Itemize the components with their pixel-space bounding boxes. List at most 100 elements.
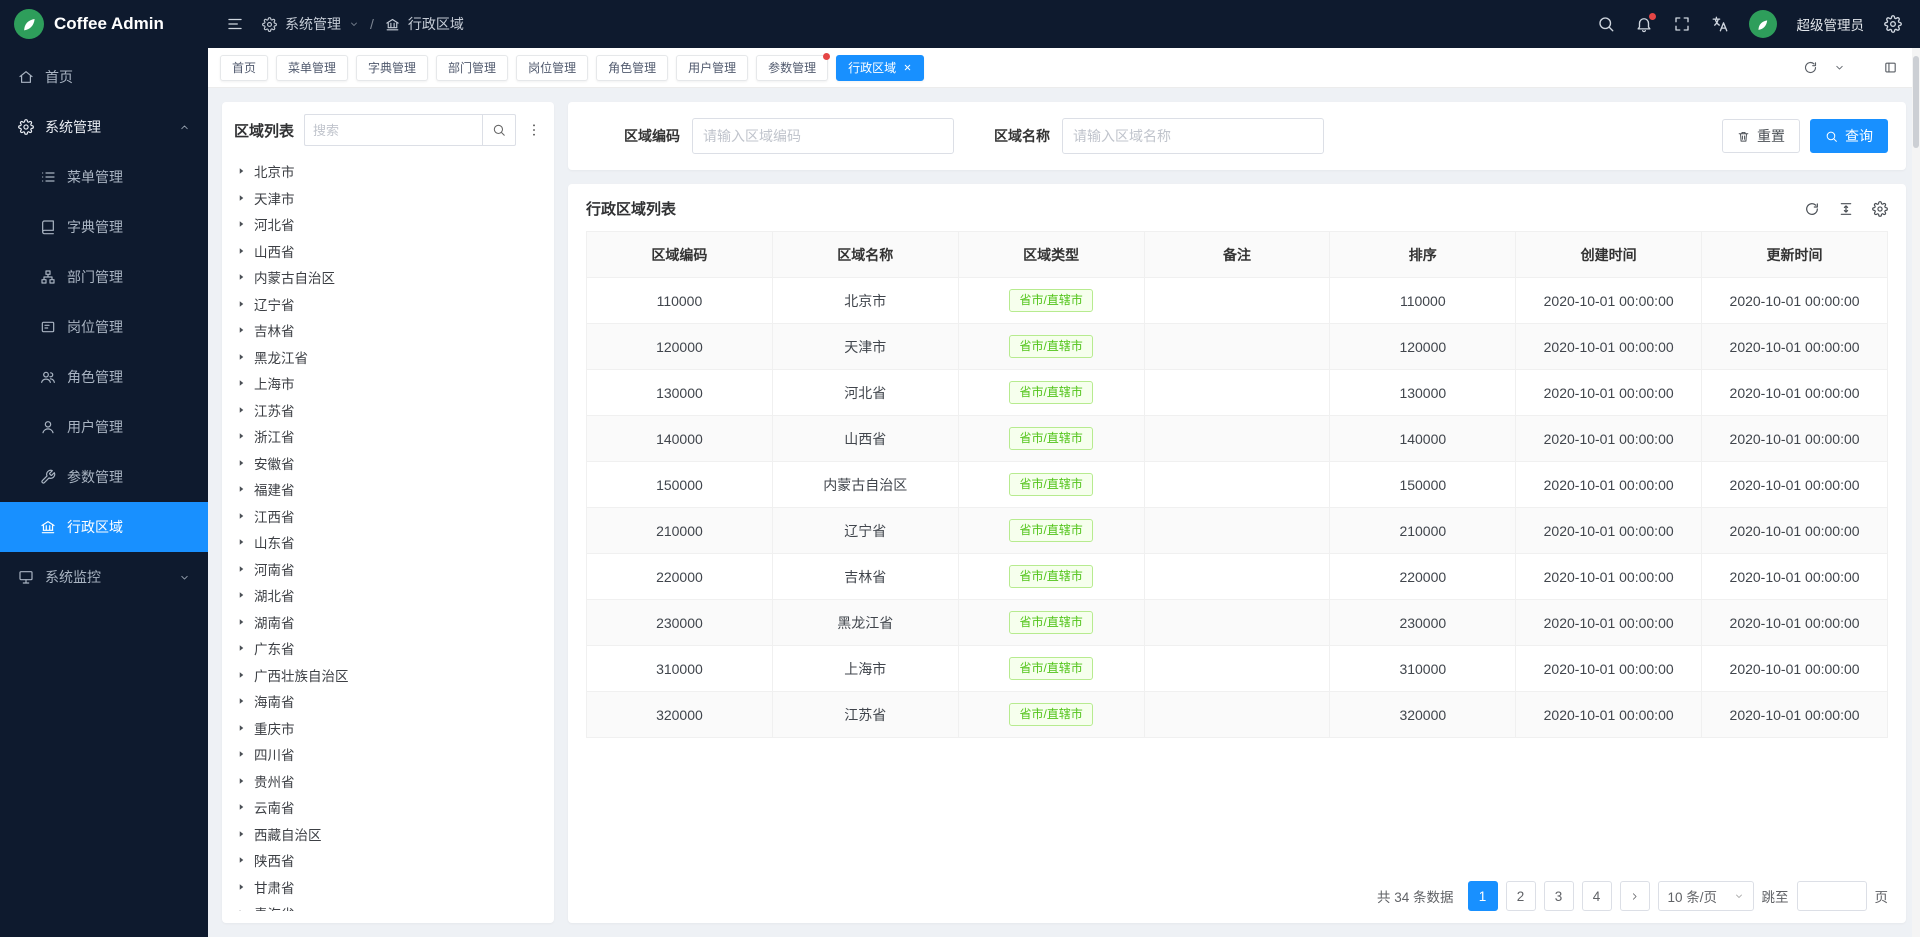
fullscreen-icon[interactable] (1673, 15, 1691, 33)
tree-node-2[interactable]: 河北省 (234, 211, 542, 238)
jump-page-input[interactable] (1797, 881, 1867, 911)
tree-node-7[interactable]: 黑龙江省 (234, 344, 542, 371)
main-panel: 区域编码 区域名称 重置 查询 (568, 102, 1906, 923)
table-row-3[interactable]: 140000山西省省市/直辖市1400002020-10-01 00:00:00… (587, 416, 1888, 462)
search-icon[interactable] (1597, 15, 1615, 33)
tree-node-label: 江西省 (254, 506, 295, 526)
tab-close-icon[interactable] (903, 63, 912, 72)
table-row-0[interactable]: 110000北京市省市/直辖市1100002020-10-01 00:00:00… (587, 278, 1888, 324)
tree-node-16[interactable]: 湖北省 (234, 582, 542, 609)
tree-node-28[interactable]: 青海省 (234, 900, 542, 911)
sidebar-subitem-1-4[interactable]: 角色管理 (0, 352, 208, 402)
tab-1[interactable]: 菜单管理 (276, 55, 348, 81)
breadcrumb-section[interactable]: 系统管理 (285, 14, 341, 34)
tree-node-1[interactable]: 天津市 (234, 185, 542, 212)
tab-4[interactable]: 岗位管理 (516, 55, 588, 81)
table-row-7[interactable]: 230000黑龙江省省市/直辖市2300002020-10-01 00:00:0… (587, 600, 1888, 646)
sidebar-subitem-1-7[interactable]: 行政区域 (0, 502, 208, 552)
reset-button[interactable]: 重置 (1722, 119, 1800, 153)
column-height-icon[interactable] (1838, 201, 1854, 217)
table-row-6[interactable]: 220000吉林省省市/直辖市2200002020-10-01 00:00:00… (587, 554, 1888, 600)
scrollbar-thumb[interactable] (1913, 56, 1919, 148)
tree-node-27[interactable]: 甘肃省 (234, 874, 542, 901)
sidebar-subitem-1-0[interactable]: 菜单管理 (0, 152, 208, 202)
tree-search-button[interactable] (482, 114, 516, 146)
table-row-2[interactable]: 130000河北省省市/直辖市1300002020-10-01 00:00:00… (587, 370, 1888, 416)
tree-node-3[interactable]: 山西省 (234, 238, 542, 265)
tree-node-17[interactable]: 湖南省 (234, 609, 542, 636)
sidebar-subitem-1-2[interactable]: 部门管理 (0, 252, 208, 302)
next-page-button[interactable] (1620, 881, 1650, 911)
table-row-5[interactable]: 210000辽宁省省市/直辖市2100002020-10-01 00:00:00… (587, 508, 1888, 554)
tab-6[interactable]: 用户管理 (676, 55, 748, 81)
sidebar-item-2[interactable]: 系统监控 (0, 552, 208, 602)
tree-node-14[interactable]: 山东省 (234, 529, 542, 556)
page-button-4[interactable]: 4 (1582, 881, 1612, 911)
refresh-icon[interactable] (1803, 60, 1818, 75)
tree-node-24[interactable]: 云南省 (234, 794, 542, 821)
table-cell: 省市/直辖市 (958, 692, 1144, 738)
query-button[interactable]: 查询 (1810, 119, 1888, 153)
caret-right-icon (236, 908, 246, 911)
sidebar-subitem-1-5[interactable]: 用户管理 (0, 402, 208, 452)
region-code-input[interactable] (692, 118, 954, 154)
tree-node-6[interactable]: 吉林省 (234, 317, 542, 344)
tree-node-10[interactable]: 浙江省 (234, 423, 542, 450)
tab-7[interactable]: 参数管理 (756, 55, 828, 81)
translate-icon[interactable] (1711, 15, 1729, 33)
avatar[interactable] (1749, 10, 1777, 38)
tab-8[interactable]: 行政区域 (836, 55, 924, 81)
tree-node-15[interactable]: 河南省 (234, 556, 542, 583)
table-row-8[interactable]: 310000上海市省市/直辖市3100002020-10-01 00:00:00… (587, 646, 1888, 692)
tree-node-20[interactable]: 海南省 (234, 688, 542, 715)
page-button-2[interactable]: 2 (1506, 881, 1536, 911)
tree-node-23[interactable]: 贵州省 (234, 768, 542, 795)
table-cell: 2020-10-01 00:00:00 (1516, 324, 1702, 370)
sidebar-collapse-icon[interactable] (226, 15, 244, 33)
table-row-9[interactable]: 320000江苏省省市/直辖市3200002020-10-01 00:00:00… (587, 692, 1888, 738)
tree-node-4[interactable]: 内蒙古自治区 (234, 264, 542, 291)
tree-node-5[interactable]: 辽宁省 (234, 291, 542, 318)
tab-3[interactable]: 部门管理 (436, 55, 508, 81)
sidebar-item-0[interactable]: 首页 (0, 52, 208, 102)
tree-node-9[interactable]: 江苏省 (234, 397, 542, 424)
tab-5[interactable]: 角色管理 (596, 55, 668, 81)
tree-node-12[interactable]: 福建省 (234, 476, 542, 503)
sidebar-subitem-1-1[interactable]: 字典管理 (0, 202, 208, 252)
more-options-icon[interactable] (526, 122, 542, 138)
page-size-select[interactable]: 10 条/页 (1658, 881, 1754, 911)
region-name-input[interactable] (1062, 118, 1324, 154)
page-button-3[interactable]: 3 (1544, 881, 1574, 911)
dictionary-icon (40, 219, 56, 235)
table-row-4[interactable]: 150000内蒙古自治区省市/直辖市1500002020-10-01 00:00… (587, 462, 1888, 508)
tree-node-8[interactable]: 上海市 (234, 370, 542, 397)
user-name[interactable]: 超级管理员 (1797, 14, 1865, 34)
table-settings-icon[interactable] (1872, 201, 1888, 217)
page-button-1[interactable]: 1 (1468, 881, 1498, 911)
tree-node-label: 黑龙江省 (254, 347, 308, 367)
notification-bell[interactable] (1635, 15, 1653, 33)
tree-node-0[interactable]: 北京市 (234, 158, 542, 185)
tab-0[interactable]: 首页 (220, 55, 268, 81)
chevron-down-icon[interactable] (1834, 62, 1845, 73)
tree-search-input[interactable] (304, 114, 482, 146)
tree-node-18[interactable]: 广东省 (234, 635, 542, 662)
region-type-badge: 省市/直辖市 (1009, 427, 1092, 451)
settings-gear-icon[interactable] (1884, 15, 1902, 33)
table-refresh-icon[interactable] (1804, 201, 1820, 217)
app-logo[interactable]: Coffee Admin (0, 0, 208, 48)
sidebar-subitem-1-3[interactable]: 岗位管理 (0, 302, 208, 352)
tree-node-13[interactable]: 江西省 (234, 503, 542, 530)
tree-node-21[interactable]: 重庆市 (234, 715, 542, 742)
tree-node-22[interactable]: 四川省 (234, 741, 542, 768)
tree-node-25[interactable]: 西藏自治区 (234, 821, 542, 848)
tree-node-19[interactable]: 广西壮族自治区 (234, 662, 542, 689)
sidebar-item-1[interactable]: 系统管理 (0, 102, 208, 152)
table-row-1[interactable]: 120000天津市省市/直辖市1200002020-10-01 00:00:00… (587, 324, 1888, 370)
tab-2[interactable]: 字典管理 (356, 55, 428, 81)
panel-layout-icon[interactable] (1883, 60, 1898, 75)
tree-node-26[interactable]: 陕西省 (234, 847, 542, 874)
tree-node-11[interactable]: 安徽省 (234, 450, 542, 477)
sidebar-subitem-1-6[interactable]: 参数管理 (0, 452, 208, 502)
vertical-scrollbar[interactable] (1912, 48, 1920, 937)
